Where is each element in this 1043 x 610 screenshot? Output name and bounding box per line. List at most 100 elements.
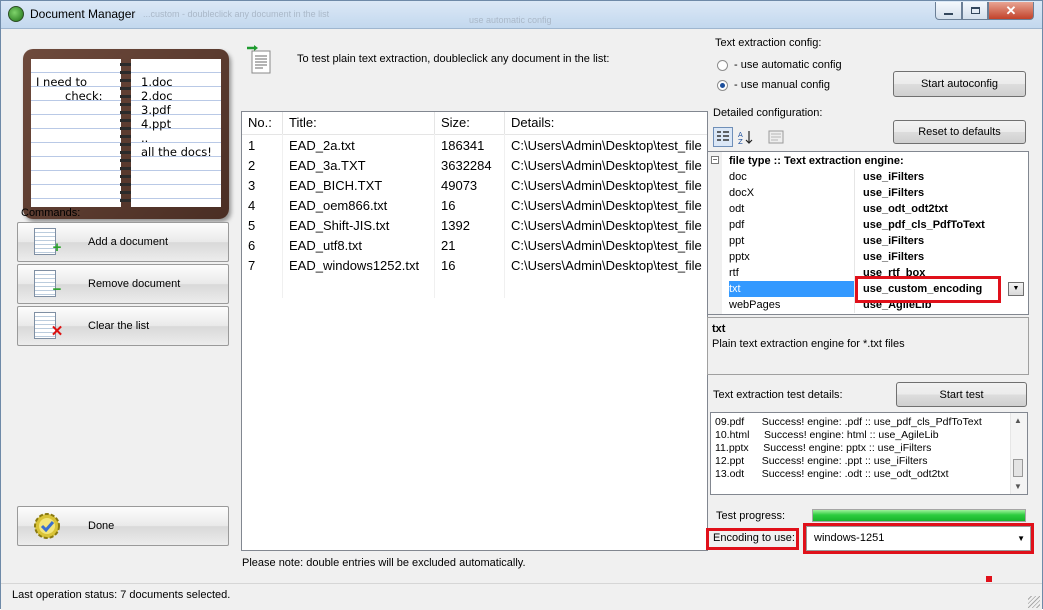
cell-size: 16 <box>441 258 456 273</box>
column-header-no[interactable]: No.: <box>242 112 283 134</box>
table-row[interactable]: 2 EAD_3a.TXT 3632284 C:\Users\Admin\Desktop… <box>242 156 707 176</box>
grid-key: ppt <box>729 235 745 247</box>
log-line: 11.pptx Success! engine: pptx :: use_iFi… <box>715 442 932 454</box>
add-document-icon: + <box>32 227 66 257</box>
remove-document-icon: − <box>32 269 66 299</box>
grid-row-ppt[interactable]: ppt use_iFilters <box>708 233 1028 249</box>
svg-text:Z: Z <box>738 138 743 145</box>
table-row[interactable]: 1 EAD_2a.txt 186341 C:\Users\Admin\Desktop\… <box>242 136 707 156</box>
start-test-label: Start test <box>939 388 984 401</box>
property-grid[interactable]: − file type :: Text extraction engine: d… <box>707 151 1029 315</box>
grid-value[interactable]: use_odt_odt2txt <box>863 201 948 217</box>
maximize-button[interactable] <box>962 2 988 20</box>
book-right-line-4: 4.ppt <box>141 117 172 131</box>
table-row[interactable]: 6 EAD_utf8.txt 21 C:\Users\Admin\Desktop\te… <box>242 236 707 256</box>
grid-value[interactable]: use_pdf_cls_PdfToText <box>863 217 985 233</box>
radio-manual-indicator[interactable] <box>717 79 728 91</box>
cell-size: 1392 <box>441 218 470 233</box>
close-button[interactable]: ✕ <box>988 2 1034 20</box>
log-scrollbar[interactable]: ▲ ▼ <box>1010 413 1027 494</box>
notebook-left-page: I need to check: <box>31 59 121 207</box>
remove-document-button[interactable]: − Remove document <box>17 264 229 304</box>
column-header-size[interactable]: Size: <box>435 112 505 134</box>
resize-grip[interactable] <box>1028 596 1040 608</box>
cell-title: EAD_3a.TXT <box>289 158 366 173</box>
clear-list-button[interactable]: ✕ Clear the list <box>17 306 229 346</box>
grid-key: docX <box>729 187 755 199</box>
selected-value-highlight <box>855 276 1001 303</box>
scroll-thumb[interactable] <box>1013 459 1023 477</box>
list-header: No.: Title: Size: Details: <box>242 112 707 135</box>
property-pages-icon[interactable] <box>766 127 786 147</box>
detailed-config-label: Detailed configuration: <box>713 107 823 119</box>
cell-size: 16 <box>441 198 456 213</box>
test-log[interactable]: 09.pdf Success! engine: .pdf :: use_pdf_… <box>710 412 1028 495</box>
notebook-right-page: 1.doc 2.doc 3.pdf 4.ppt .. all the docs! <box>131 59 221 207</box>
reset-defaults-label: Reset to defaults <box>918 126 1001 138</box>
table-row[interactable]: 4 EAD_oem866.txt 16 C:\Users\Admin\Desktop\… <box>242 196 707 216</box>
done-gear-icon <box>32 511 66 541</box>
add-document-button[interactable]: + Add a document <box>17 222 229 262</box>
property-description: txt Plain text extraction engine for *.t… <box>707 317 1029 375</box>
clear-list-icon: ✕ <box>32 311 66 341</box>
book-left-line-1: I need to <box>36 75 87 89</box>
window-title: Document Manager <box>30 7 136 21</box>
commands-panel: I need to check: 1.doc 2.doc 3.pdf 4.ppt… <box>11 31 237 579</box>
radio-automatic-label: - use automatic config <box>734 59 842 71</box>
radio-manual-label: - use manual config <box>734 79 830 91</box>
grid-row-docX[interactable]: docX use_iFilters <box>708 185 1028 201</box>
start-autoconfig-button[interactable]: Start autoconfig <box>893 71 1026 97</box>
grid-value[interactable]: use_iFilters <box>863 169 924 185</box>
title-bar[interactable]: Document Manager ...custom - doubleclick… <box>1 1 1042 29</box>
grid-value[interactable]: use_iFilters <box>863 249 924 265</box>
grid-row-pdf[interactable]: pdf use_pdf_cls_PdfToText <box>708 217 1028 233</box>
cell-details: C:\Users\Admin\Desktop\test_file <box>511 218 702 233</box>
grid-category-row[interactable]: − file type :: Text extraction engine: <box>708 153 1028 169</box>
column-header-details[interactable]: Details: <box>505 112 707 134</box>
table-row[interactable]: 7 EAD_windows1252.txt 16 C:\Users\Admin\Des… <box>242 256 707 276</box>
document-list[interactable]: No.: Title: Size: Details: 1 EAD_2a.txt 18… <box>241 111 708 551</box>
cell-no: 1 <box>248 138 256 153</box>
hint-text: To test plain text extraction, doublecli… <box>297 53 610 65</box>
grid-row-txt[interactable]: ▼ txt use_custom_encoding <box>708 276 1028 303</box>
ghost-option-text: use automatic config <box>469 15 552 25</box>
log-line: 12.ppt Success! engine: .ppt :: use_iFil… <box>715 455 928 467</box>
cell-details: C:\Users\Admin\Desktop\test_file <box>511 198 702 213</box>
alphabetical-sort-icon[interactable]: AZ <box>736 127 756 147</box>
cell-title: EAD_2a.txt <box>289 138 355 153</box>
reset-defaults-button[interactable]: Reset to defaults <box>893 120 1026 144</box>
table-row[interactable]: 5 EAD_Shift-JIS.txt 1392 C:\Users\Admin\Des… <box>242 216 707 236</box>
done-button[interactable]: Done <box>17 506 229 546</box>
start-test-button[interactable]: Start test <box>896 382 1027 407</box>
radio-automatic-indicator[interactable] <box>717 59 728 71</box>
cell-title: EAD_Shift-JIS.txt <box>289 218 390 233</box>
column-header-title[interactable]: Title: <box>283 112 435 134</box>
cell-details: C:\Users\Admin\Desktop\test_file <box>511 258 702 273</box>
grid-row-odt[interactable]: odt use_odt_odt2txt <box>708 201 1028 217</box>
cell-details: C:\Users\Admin\Desktop\test_file <box>511 158 702 173</box>
test-progress-label: Test progress: <box>716 510 786 522</box>
scroll-up-icon[interactable]: ▲ <box>1014 416 1022 425</box>
cell-details: C:\Users\Admin\Desktop\test_file <box>511 138 702 153</box>
text-extraction-icon <box>246 43 271 74</box>
grid-row-pptx[interactable]: pptx use_iFilters <box>708 249 1028 265</box>
remove-document-label: Remove document <box>88 278 181 290</box>
grid-value[interactable]: use_iFilters <box>863 233 924 249</box>
radio-manual-config[interactable]: - use manual config <box>717 79 830 91</box>
cell-details: C:\Users\Admin\Desktop\test_file <box>511 178 702 193</box>
grid-value[interactable]: use_iFilters <box>863 185 924 201</box>
commands-label: Commands: <box>21 207 81 219</box>
marker-dot <box>986 576 992 582</box>
radio-automatic-config[interactable]: - use automatic config <box>717 59 842 71</box>
minimize-button[interactable] <box>935 2 962 20</box>
categorized-view-icon[interactable] <box>713 127 733 147</box>
status-bar: Last operation status: 7 documents selec… <box>1 583 1042 610</box>
engine-dropdown-icon[interactable]: ▼ <box>1008 282 1024 296</box>
table-row[interactable]: 3 EAD_BICH.TXT 49073 C:\Users\Admin\Desktop… <box>242 176 707 196</box>
document-list-panel: To test plain text extraction, doublecli… <box>241 41 708 581</box>
scroll-down-icon[interactable]: ▼ <box>1014 482 1022 491</box>
add-document-label: Add a document <box>88 236 169 248</box>
cell-no: 4 <box>248 198 256 213</box>
collapse-icon[interactable]: − <box>711 156 719 164</box>
grid-row-doc[interactable]: doc use_iFilters <box>708 169 1028 185</box>
